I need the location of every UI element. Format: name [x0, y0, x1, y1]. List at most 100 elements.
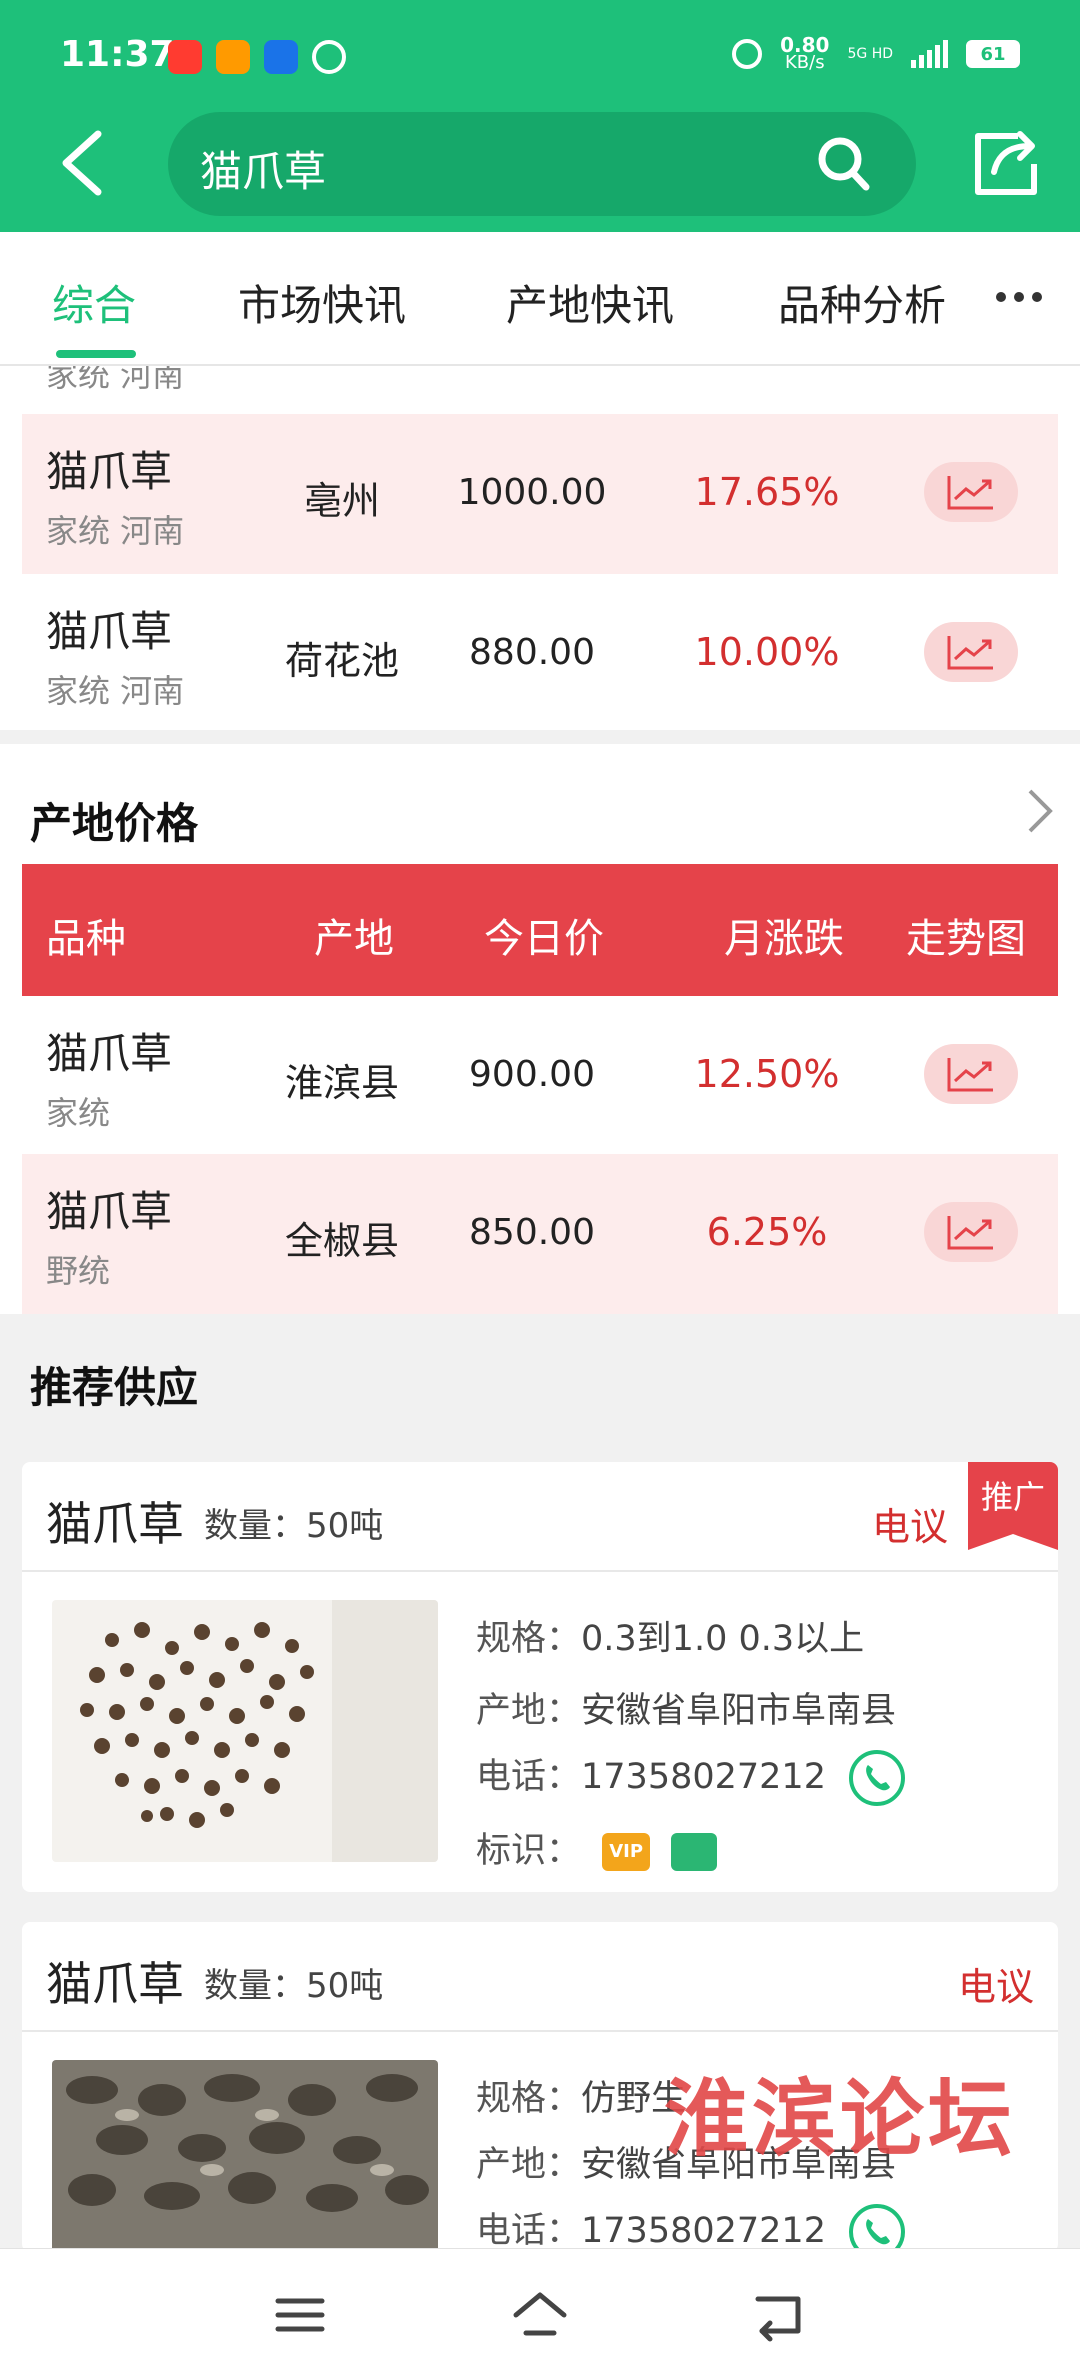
- header-trend: 走势图: [906, 916, 1026, 962]
- table-row[interactable]: 猫爪草 家统 河南 荷花池 880.00 10.00%: [22, 574, 1058, 734]
- phone-icon[interactable]: [849, 2204, 906, 2248]
- trend-chart-icon: [947, 476, 993, 510]
- status-time: 11:37: [60, 34, 175, 75]
- table-row[interactable]: 猫爪草 家统 淮滨县 900.00 12.50%: [22, 996, 1058, 1156]
- header-today-price: 今日价: [484, 916, 604, 962]
- system-nav-bar: [0, 2248, 1080, 2376]
- variety-spec: 家统 河南: [46, 672, 185, 710]
- table-row[interactable]: 猫爪草 野统 全椒县 850.00 6.25%: [22, 1154, 1058, 1314]
- header-origin: 产地: [314, 916, 394, 962]
- notification-icons: [168, 40, 346, 74]
- market-place: 亳州: [303, 479, 380, 523]
- price-value: 880.00: [469, 632, 595, 673]
- app-notification-icon: [312, 40, 346, 74]
- app-notification-icon: [264, 40, 298, 74]
- search-input[interactable]: 猫爪草: [200, 138, 326, 199]
- supply-card[interactable]: 猫爪草 数量：50吨 电议 推广 规格：0.3到1.0 0.3以上 产地：安徽省…: [22, 1462, 1058, 1892]
- back-icon[interactable]: [750, 2287, 810, 2343]
- search-bar[interactable]: 猫爪草: [168, 112, 916, 216]
- net-speed: 0.80 KB/s: [780, 33, 830, 73]
- tab-variety-analysis[interactable]: 品种分析: [778, 272, 946, 333]
- section-title: 产地价格: [30, 799, 199, 848]
- trend-chart-button[interactable]: [924, 1044, 1018, 1104]
- supply-name: 猫爪草: [46, 1497, 184, 1551]
- app-header: 11:37 0.80 KB/s 5G HD 61 猫爪草: [0, 0, 1080, 232]
- status-right: 0.80 KB/s 5G HD 61: [732, 33, 1020, 73]
- battery-icon: 61: [966, 40, 1020, 68]
- change-percent: 12.50%: [694, 1052, 840, 1096]
- supply-quantity: 数量：50吨: [204, 1506, 384, 1546]
- supply-name: 猫爪草: [46, 1957, 184, 2011]
- origin-line: 产地：安徽省阜阳市阜南县: [476, 1691, 897, 1731]
- vip-badge-icon: VIP: [602, 1833, 651, 1871]
- market-place: 荷花池: [284, 639, 399, 683]
- variety-name: 猫爪草: [46, 1029, 173, 1078]
- supply-price: 电议: [957, 1965, 1034, 2009]
- trend-chart-button[interactable]: [924, 1202, 1018, 1262]
- phone-number[interactable]: 17358027212: [581, 1757, 826, 1797]
- table-header: 品种 产地 今日价 月涨跌 走势图: [22, 864, 1058, 996]
- header-variety: 品种: [46, 916, 126, 962]
- alarm-icon: [732, 39, 763, 69]
- promo-ribbon: 推广: [968, 1462, 1058, 1550]
- origin-value: 安徽省阜阳市阜南县: [581, 1691, 897, 1731]
- spec-line: 规格：0.3到1.0 0.3以上: [476, 1619, 865, 1659]
- share-icon[interactable]: [972, 128, 1042, 198]
- phone-line: 电话：17358027212: [476, 2202, 906, 2248]
- variety-spec: 家统: [46, 1094, 111, 1132]
- trend-chart-icon: [947, 1058, 993, 1092]
- divider: [22, 2030, 1058, 2032]
- search-icon[interactable]: [816, 134, 872, 194]
- variety-name: 猫爪草: [46, 447, 173, 496]
- trend-chart-button[interactable]: [924, 462, 1018, 522]
- status-bar: 11:37 0.80 KB/s 5G HD 61: [0, 0, 1080, 110]
- category-tabs: 综合 市场快讯 产地快讯 品种分析: [0, 232, 1080, 366]
- supply-quantity: 数量：50吨: [204, 1966, 384, 2006]
- header-month-change: 月涨跌: [724, 916, 844, 962]
- main-content: 家统 河南 猫爪草 家统 河南 亳州 1000.00 17.65% 猫爪草 家统…: [0, 366, 1080, 2248]
- active-tab-indicator: [56, 350, 136, 358]
- trend-chart-icon: [947, 1216, 993, 1250]
- phone-icon[interactable]: [849, 1750, 906, 1806]
- origin-place: 全椒县: [284, 1219, 399, 1263]
- tab-overview[interactable]: 综合: [52, 272, 136, 333]
- change-percent: 17.65%: [694, 470, 840, 514]
- divider: [22, 1570, 1058, 1572]
- origin-price-card: 产地价格 品种 产地 今日价 月涨跌 走势图 猫爪草 家统 淮滨县 900.00…: [0, 744, 1080, 1314]
- tab-market-news[interactable]: 市场快讯: [238, 272, 406, 333]
- spec-value: 0.3到1.0 0.3以上: [581, 1619, 865, 1659]
- variety-name: 猫爪草: [46, 607, 173, 656]
- trend-chart-button[interactable]: [924, 622, 1018, 682]
- chevron-right-icon[interactable]: [1024, 786, 1054, 836]
- product-image[interactable]: [52, 1600, 438, 1862]
- table-row[interactable]: 猫爪草 家统 河南 亳州 1000.00 17.65%: [22, 414, 1058, 574]
- mark-line: 标识： VIP: [476, 1822, 718, 1873]
- price-value: 900.00: [469, 1054, 595, 1095]
- supply-price: 电议: [871, 1505, 948, 1549]
- product-image[interactable]: [52, 2060, 438, 2248]
- price-value: 1000.00: [457, 472, 607, 513]
- change-percent: 6.25%: [706, 1210, 828, 1254]
- phone-number[interactable]: 17358027212: [581, 2211, 826, 2248]
- taobao-icon: [168, 40, 202, 74]
- variety-spec: 野统: [46, 1252, 111, 1290]
- origin-place: 淮滨县: [284, 1061, 399, 1105]
- trend-chart-icon: [947, 636, 993, 670]
- spec-line: 规格：仿野生: [476, 2079, 687, 2119]
- app-notification-icon: [216, 40, 250, 74]
- row-sub-text: 家统 河南: [46, 366, 185, 394]
- section-title: 推荐供应: [30, 1363, 199, 1412]
- more-icon[interactable]: [996, 292, 1042, 302]
- market-price-card: 家统 河南 猫爪草 家统 河南 亳州 1000.00 17.65% 猫爪草 家统…: [0, 366, 1080, 730]
- home-icon[interactable]: [510, 2287, 570, 2343]
- verified-id-icon: [671, 1833, 718, 1871]
- net-type: 5G HD: [847, 46, 893, 62]
- menu-icon[interactable]: [270, 2287, 330, 2343]
- back-arrow-icon[interactable]: [58, 128, 106, 198]
- watermark-text: 淮滨论坛: [664, 2069, 1017, 2168]
- variety-spec: 家统 河南: [46, 512, 185, 550]
- tab-origin-news[interactable]: 产地快讯: [506, 272, 674, 333]
- signal-icon: [911, 40, 948, 68]
- variety-name: 猫爪草: [46, 1187, 173, 1236]
- phone-line: 电话：17358027212: [476, 1748, 906, 1806]
